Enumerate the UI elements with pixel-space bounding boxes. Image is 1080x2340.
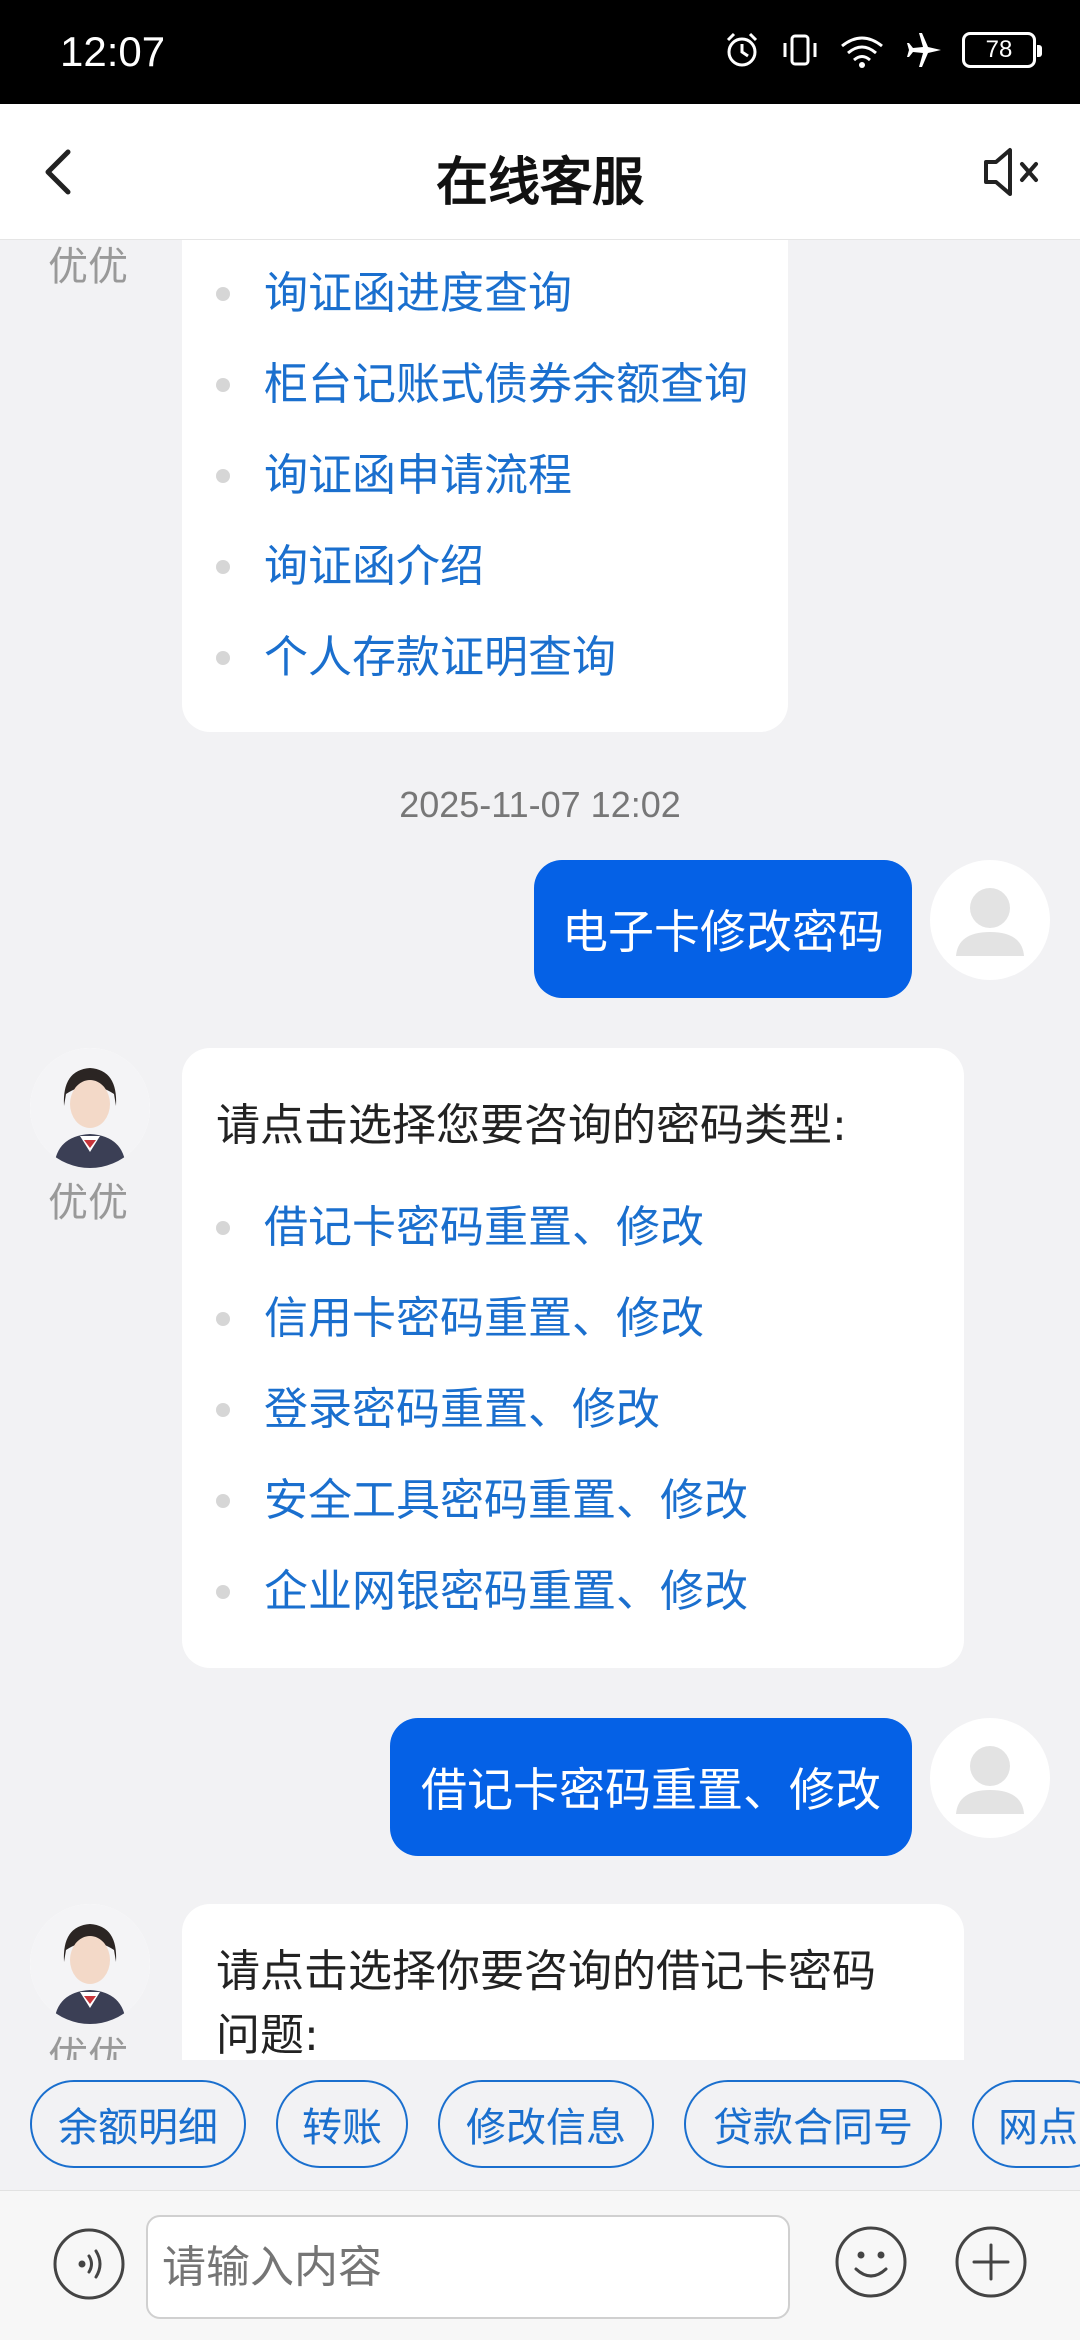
message-timestamp: 2025-11-07 12:02 xyxy=(399,784,681,825)
user-message-bubble: 借记卡密码重置、修改 xyxy=(390,1718,912,1856)
option-link[interactable]: 信用卡密码重置、修改 xyxy=(182,1273,964,1364)
status-time: 12:07 xyxy=(60,28,166,75)
agent-name: 优优 xyxy=(48,2034,128,2060)
chat-area[interactable]: 优优 询证函进度查询 柜台记账式债券余额查询 询证函申请流程 询证函介绍 个人存… xyxy=(0,240,1080,2060)
agent-avatar xyxy=(30,1048,150,1168)
agent-avatar-icon xyxy=(30,1904,150,2024)
user-message-bubble: 电子卡修改密码 xyxy=(534,860,912,998)
message-input[interactable] xyxy=(146,2215,790,2319)
header: 在线客服 xyxy=(0,104,1080,240)
option-link[interactable]: 个人存款证明查询 xyxy=(182,612,788,703)
quick-reply-chip[interactable]: 修改信息 xyxy=(438,2080,654,2168)
agent-message-bubble: 询证函进度查询 柜台记账式债券余额查询 询证函申请流程 询证函介绍 个人存款证明… xyxy=(182,240,788,732)
option-link[interactable]: 询证函申请流程 xyxy=(182,430,788,521)
option-link[interactable]: 企业网银密码重置、修改 xyxy=(182,1546,964,1637)
agent-prompt-text: 请点击选择您要咨询的密码类型: xyxy=(216,1100,847,1151)
agent-name: 优优 xyxy=(48,244,128,290)
battery-indicator: 78 xyxy=(962,32,1042,68)
quick-reply-bar[interactable]: 余额明细 转账 修改信息 贷款合同号 网点 xyxy=(0,2060,1080,2190)
input-bar xyxy=(0,2190,1080,2340)
user-avatar-icon xyxy=(956,888,1024,956)
option-link[interactable]: 借记卡密码重置、修改 xyxy=(182,1182,964,1273)
battery-level: 78 xyxy=(985,36,1013,63)
agent-message-bubble: 请点击选择您要咨询的密码类型: 借记卡密码重置、修改 信用卡密码重置、修改 登录… xyxy=(182,1048,964,1668)
user-avatar xyxy=(930,1718,1050,1838)
voice-icon[interactable] xyxy=(52,2227,126,2301)
agent-message-bubble: 请点击选择你要咨询的借记卡密码问题: xyxy=(182,1904,964,2060)
vibrate-icon xyxy=(783,34,817,66)
wifi-icon xyxy=(841,36,883,68)
option-link[interactable]: 询证函介绍 xyxy=(182,521,788,612)
user-avatar xyxy=(930,860,1050,980)
plus-icon[interactable] xyxy=(954,2225,1028,2299)
quick-reply-chip[interactable]: 贷款合同号 xyxy=(684,2080,942,2168)
quick-reply-chip[interactable]: 网点 xyxy=(972,2080,1080,2168)
quick-reply-chip[interactable]: 余额明细 xyxy=(30,2080,246,2168)
page-title: 在线客服 xyxy=(435,153,644,213)
agent-avatar xyxy=(30,1904,150,2024)
option-link[interactable]: 登录密码重置、修改 xyxy=(182,1364,964,1455)
status-bar: 12:07 78 xyxy=(0,0,1080,104)
status-icons: 78 xyxy=(722,30,1042,70)
airplane-icon xyxy=(907,33,941,67)
mute-icon[interactable] xyxy=(980,142,1044,202)
agent-prompt-text: 请点击选择你要咨询的借记卡密码问题: xyxy=(216,1946,876,2060)
alarm-icon xyxy=(726,32,758,67)
option-list: 询证函进度查询 柜台记账式债券余额查询 询证函申请流程 询证函介绍 个人存款证明… xyxy=(182,248,788,703)
agent-avatar-icon xyxy=(30,1048,150,1168)
quick-reply-chip[interactable]: 转账 xyxy=(276,2080,408,2168)
option-link[interactable]: 询证函进度查询 xyxy=(182,248,788,339)
option-link[interactable]: 安全工具密码重置、修改 xyxy=(182,1455,964,1546)
user-avatar-icon xyxy=(956,1746,1024,1814)
option-link[interactable]: 柜台记账式债券余额查询 xyxy=(182,339,788,430)
agent-name: 优优 xyxy=(48,1180,128,1226)
option-list: 借记卡密码重置、修改 信用卡密码重置、修改 登录密码重置、修改 安全工具密码重置… xyxy=(182,1182,964,1637)
emoji-icon[interactable] xyxy=(834,2225,908,2299)
